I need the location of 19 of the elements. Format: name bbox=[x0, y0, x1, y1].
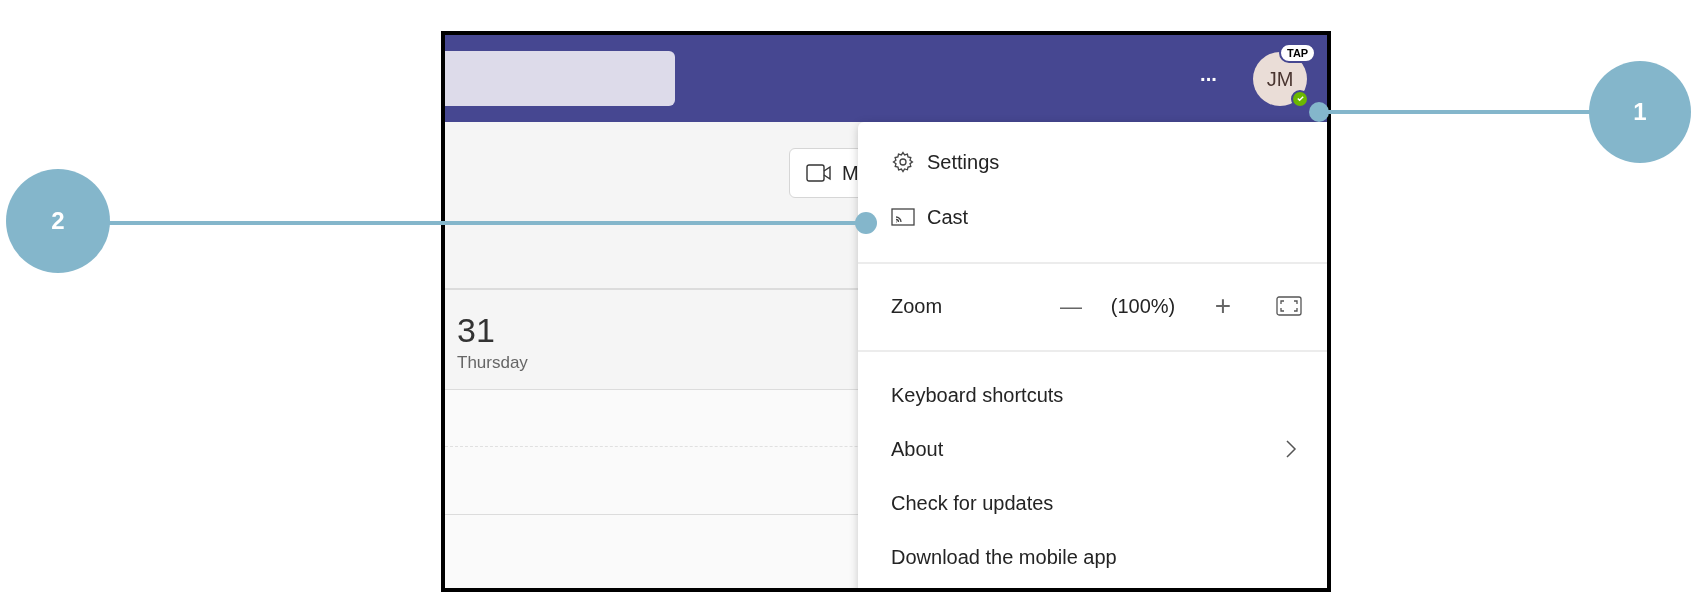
search-field[interactable] bbox=[445, 51, 675, 106]
menu-item[interactable]: About bbox=[858, 422, 1327, 476]
fullscreen-icon[interactable] bbox=[1276, 296, 1302, 316]
video-camera-icon bbox=[806, 164, 832, 182]
zoom-label: Zoom bbox=[891, 294, 944, 319]
zoom-value: (100%) bbox=[1109, 294, 1177, 319]
zoom-out-button[interactable]: — bbox=[1056, 289, 1086, 323]
menu-item[interactable]: Check for updates bbox=[858, 476, 1327, 530]
weekday-label: Thursday bbox=[457, 352, 529, 374]
menu-item[interactable]: Download the mobile app bbox=[858, 530, 1327, 584]
callout-number: 1 bbox=[1589, 61, 1691, 163]
more-button[interactable]: ··· bbox=[1200, 68, 1217, 89]
tap-badge: TAP bbox=[1279, 42, 1317, 63]
menu-item[interactable]: Keyboard shortcuts bbox=[858, 368, 1327, 422]
day-number: 31 bbox=[457, 310, 496, 350]
cast-icon bbox=[891, 206, 915, 227]
settings-icon bbox=[891, 149, 915, 174]
zoom-in-button[interactable]: + bbox=[1208, 285, 1238, 327]
callout-number: 2 bbox=[6, 169, 110, 273]
